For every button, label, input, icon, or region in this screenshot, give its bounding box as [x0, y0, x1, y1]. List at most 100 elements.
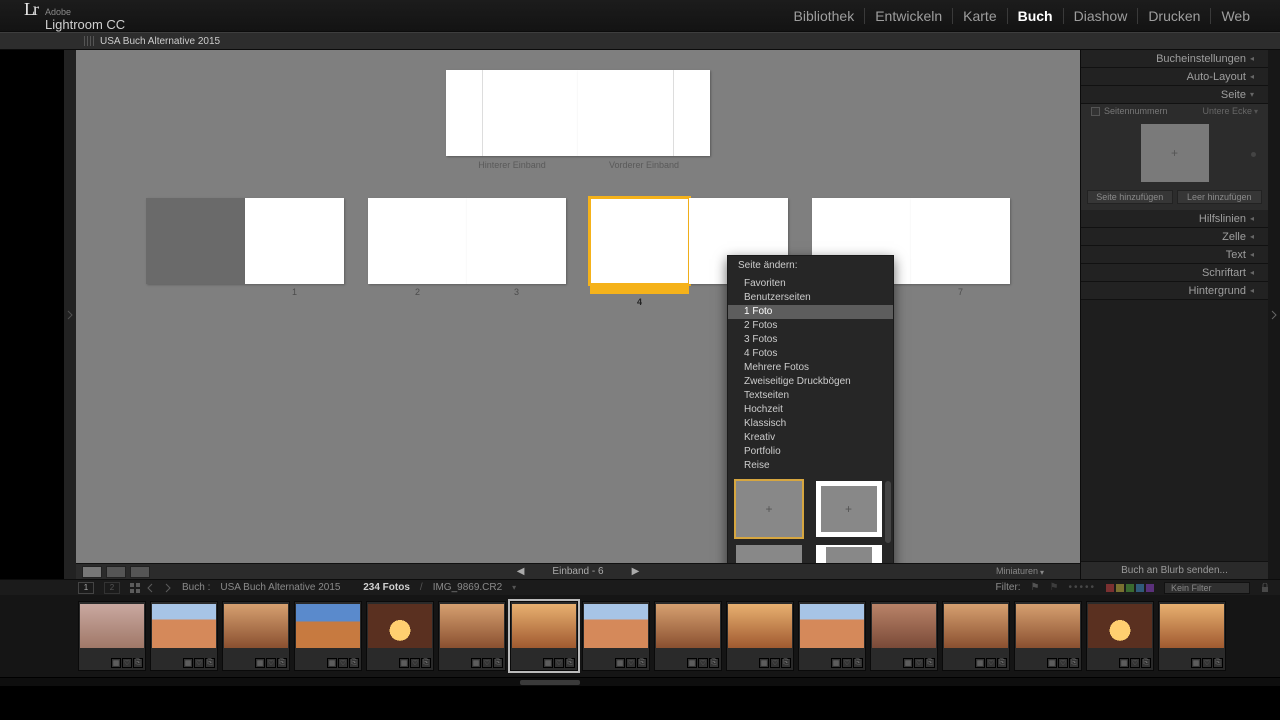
- badge-icon[interactable]: ⎘: [205, 658, 215, 668]
- flyout-item[interactable]: 2 Fotos: [728, 319, 893, 333]
- grid-icon[interactable]: [130, 583, 140, 593]
- right-panel-scrollgutter[interactable]: [1268, 50, 1280, 579]
- back-cover-page[interactable]: [446, 70, 578, 156]
- filmstrip-thumb[interactable]: ▦♡⎘: [1158, 601, 1226, 671]
- add-blank-button[interactable]: Leer hinzufügen: [1177, 190, 1263, 204]
- module-tab-buch[interactable]: Buch: [1007, 8, 1063, 24]
- badge-icon[interactable]: ⎘: [277, 658, 287, 668]
- badge-icon[interactable]: ▦: [1047, 658, 1057, 668]
- module-tab-entwickeln[interactable]: Entwickeln: [864, 8, 952, 24]
- spread-1[interactable]: 23: [368, 198, 566, 307]
- badge-icon[interactable]: ⎘: [1141, 658, 1151, 668]
- page-7[interactable]: [911, 198, 1010, 284]
- flyout-item[interactable]: Zweiseitige Druckbögen: [728, 375, 893, 389]
- badge-icon[interactable]: ♡: [842, 658, 852, 668]
- cover-spread[interactable]: Hinterer Einband Vorderer Einband: [446, 70, 710, 170]
- flyout-item[interactable]: Benutzerseiten: [728, 291, 893, 305]
- filter-lock-icon[interactable]: [1260, 583, 1270, 593]
- badge-icon[interactable]: ♡: [338, 658, 348, 668]
- filmstrip-thumb[interactable]: ▦♡⎘: [1086, 601, 1154, 671]
- flyout-item[interactable]: Mehrere Fotos: [728, 361, 893, 375]
- filmstrip-thumb[interactable]: ▦♡⎘: [150, 601, 218, 671]
- page-layout-thumb[interactable]: +: [1141, 124, 1209, 182]
- badge-icon[interactable]: ▦: [255, 658, 265, 668]
- filter-reject-icon[interactable]: ⚑: [1050, 582, 1059, 593]
- badge-icon[interactable]: ♡: [122, 658, 132, 668]
- filmstrip-scrollbar[interactable]: [0, 677, 1280, 686]
- flyout-item[interactable]: Hochzeit: [728, 403, 893, 417]
- filmstrip-thumb[interactable]: ▦♡⎘: [222, 601, 290, 671]
- page-1[interactable]: [245, 198, 344, 284]
- panel-section-bucheinstellungen[interactable]: Bucheinstellungen◂: [1081, 50, 1268, 68]
- badge-icon[interactable]: ♡: [194, 658, 204, 668]
- page-numbers-corner[interactable]: Untere Ecke▾: [1202, 106, 1258, 116]
- send-to-blurb-button[interactable]: Buch an Blurb senden...: [1081, 561, 1268, 579]
- panel-section-auto-layout[interactable]: Auto-Layout◂: [1081, 68, 1268, 86]
- badge-icon[interactable]: ♡: [554, 658, 564, 668]
- module-tab-karte[interactable]: Karte: [952, 8, 1006, 24]
- panel-section-hilfslinien[interactable]: Hilfslinien◂: [1081, 210, 1268, 228]
- filmstrip[interactable]: ▦♡⎘▦♡⎘▦♡⎘▦♡⎘▦♡⎘▦♡⎘▦♡⎘▦♡⎘▦♡⎘▦♡⎘▦♡⎘▦♡⎘▦♡⎘▦…: [0, 595, 1280, 677]
- module-tab-web[interactable]: Web: [1210, 8, 1260, 24]
- panel-section-zelle[interactable]: Zelle◂: [1081, 228, 1268, 246]
- left-panel-toggle[interactable]: [64, 50, 76, 579]
- badge-icon[interactable]: ⎘: [421, 658, 431, 668]
- filmstrip-thumb[interactable]: ▦♡⎘: [654, 601, 722, 671]
- badge-icon[interactable]: ▦: [903, 658, 913, 668]
- module-tab-drucken[interactable]: Drucken: [1137, 8, 1210, 24]
- badge-icon[interactable]: ⎘: [349, 658, 359, 668]
- module-tab-diashow[interactable]: Diashow: [1063, 8, 1138, 24]
- page-numbers-checkbox[interactable]: [1091, 107, 1100, 116]
- badge-icon[interactable]: ⎘: [709, 658, 719, 668]
- badge-icon[interactable]: ⎘: [853, 658, 863, 668]
- template-thumb-1[interactable]: +: [736, 481, 802, 537]
- badge-icon[interactable]: ⎘: [637, 658, 647, 668]
- filter-preset-dropdown[interactable]: Kein Filter: [1164, 582, 1250, 594]
- template-thumb-3[interactable]: +: [736, 545, 802, 563]
- badge-icon[interactable]: ▦: [687, 658, 697, 668]
- filmstrip-thumb[interactable]: ▦♡⎘: [510, 601, 578, 671]
- filmstrip-thumb[interactable]: ▦♡⎘: [438, 601, 506, 671]
- badge-icon[interactable]: ♡: [698, 658, 708, 668]
- back-arrow-icon[interactable]: [146, 583, 156, 593]
- badge-icon[interactable]: ▦: [111, 658, 121, 668]
- badge-icon[interactable]: ⎘: [133, 658, 143, 668]
- forward-arrow-icon[interactable]: [162, 583, 172, 593]
- badge-icon[interactable]: ▦: [831, 658, 841, 668]
- badge-icon[interactable]: ▦: [759, 658, 769, 668]
- filmstrip-thumb[interactable]: ▦♡⎘: [366, 601, 434, 671]
- badge-icon[interactable]: ▦: [183, 658, 193, 668]
- view-single-button[interactable]: [130, 566, 150, 578]
- panel-section-text[interactable]: Text◂: [1081, 246, 1268, 264]
- page-2[interactable]: [368, 198, 467, 284]
- flyout-item[interactable]: Portfolio: [728, 445, 893, 459]
- badge-icon[interactable]: ♡: [266, 658, 276, 668]
- filmstrip-thumb[interactable]: ▦♡⎘: [78, 601, 146, 671]
- badge-icon[interactable]: ⎘: [565, 658, 575, 668]
- flyout-item[interactable]: 4 Fotos: [728, 347, 893, 361]
- badge-icon[interactable]: ⎘: [781, 658, 791, 668]
- flyout-item[interactable]: 3 Fotos: [728, 333, 893, 347]
- badge-icon[interactable]: ⎘: [997, 658, 1007, 668]
- badge-icon[interactable]: ▦: [543, 658, 553, 668]
- badge-icon[interactable]: ▦: [1191, 658, 1201, 668]
- filter-stars[interactable]: •••••: [1068, 582, 1096, 593]
- filter-flag-icon[interactable]: ⚑: [1031, 582, 1040, 593]
- secondary-display-2[interactable]: 2: [104, 582, 120, 594]
- page-3[interactable]: [467, 198, 566, 284]
- badge-icon[interactable]: ⎘: [1213, 658, 1223, 668]
- flyout-item[interactable]: 1 Foto: [728, 305, 893, 319]
- spread-0[interactable]: 1: [146, 198, 344, 307]
- badge-icon[interactable]: ⎘: [493, 658, 503, 668]
- page-numbers-row[interactable]: Seitennummern Untere Ecke▾: [1087, 104, 1262, 118]
- badge-icon[interactable]: ▦: [615, 658, 625, 668]
- badge-icon[interactable]: ♡: [626, 658, 636, 668]
- badge-icon[interactable]: ♡: [770, 658, 780, 668]
- badge-icon[interactable]: ▦: [471, 658, 481, 668]
- secondary-display-1[interactable]: 1: [78, 582, 94, 594]
- module-tab-bibliothek[interactable]: Bibliothek: [784, 8, 865, 24]
- filmstrip-thumb[interactable]: ▦♡⎘: [1014, 601, 1082, 671]
- filmstrip-thumb[interactable]: ▦♡⎘: [870, 601, 938, 671]
- filmstrip-thumb[interactable]: ▦♡⎘: [942, 601, 1010, 671]
- flyout-item[interactable]: Kreativ: [728, 431, 893, 445]
